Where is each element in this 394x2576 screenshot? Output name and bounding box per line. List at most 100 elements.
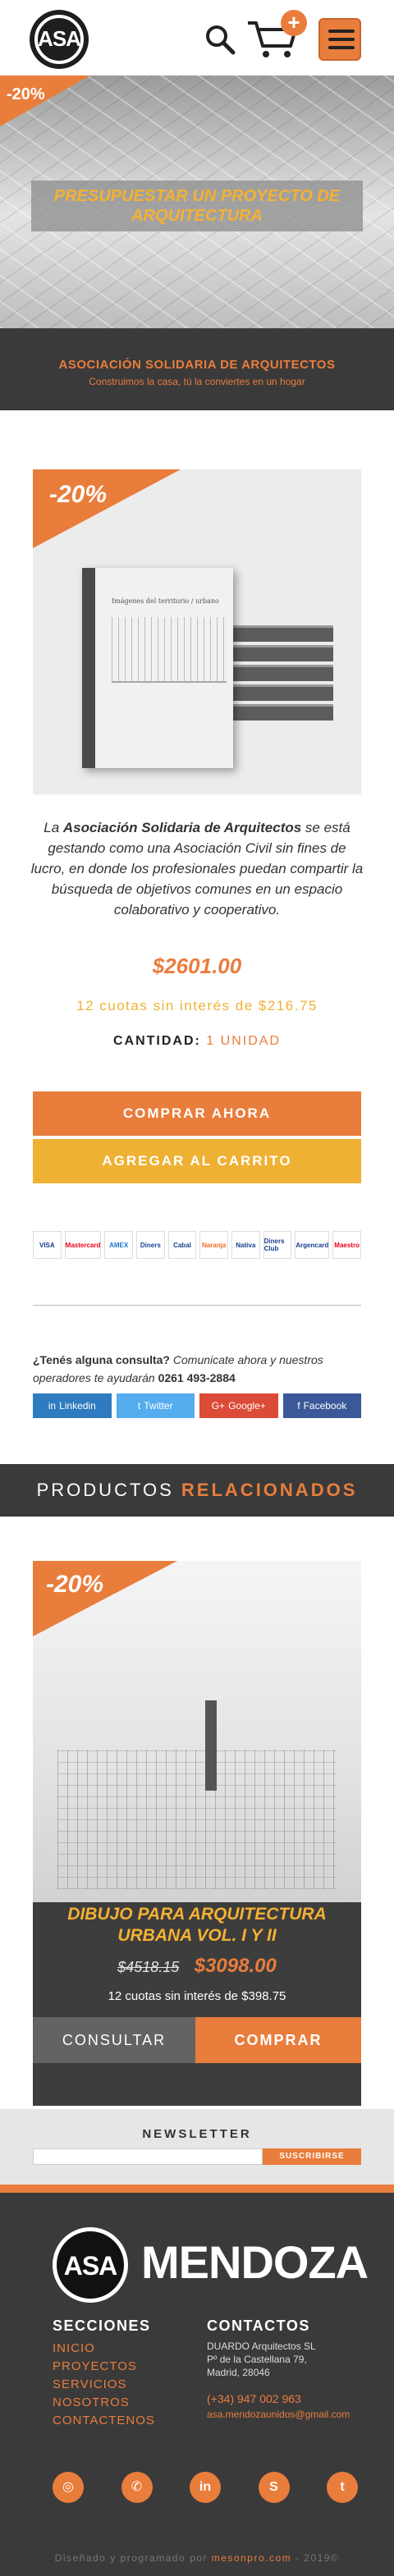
address-line: DUARDO Arquitectos SL	[207, 2340, 316, 2352]
hero-title-box: PRESUPUESTAR UN PROYECTO DE ARQUITECTURA	[31, 181, 363, 231]
footer-phone[interactable]: (+34) 947 002 963	[207, 2391, 371, 2407]
buy-button[interactable]: COMPRAR	[195, 2017, 361, 2063]
hero-discount: -20%	[7, 85, 45, 103]
credit-year: - 2019©	[291, 2552, 340, 2564]
association-name: ASOCIACIÓN SOLIDARIA DE ARQUITECTOS	[58, 358, 336, 372]
divider	[33, 1305, 361, 1306]
payment-logo: Diners	[136, 1231, 165, 1259]
payment-logo: AMEX	[104, 1231, 133, 1259]
payment-logo: Mastercard	[64, 1231, 102, 1259]
payment-methods: VISA Mastercard AMEX Diners Cabal Naranj…	[33, 1231, 361, 1259]
question-text: ¿Tenés alguna consulta?	[33, 1353, 170, 1366]
instagram-icon[interactable]: ◎	[53, 2472, 84, 2503]
related-discount: -20%	[46, 1571, 104, 1598]
newsletter-title: NEWSLETTER	[142, 2127, 252, 2141]
share-label: Google+	[228, 1400, 266, 1412]
sections-title: SECCIONES	[53, 2317, 151, 2334]
googleplus-icon: G+	[211, 1400, 226, 1412]
book-title: Imágenes del territorio / urbano	[112, 597, 219, 605]
related-product-card[interactable]: -20% DIBUJO PARA ARQUITECTURA URBANA VOL…	[33, 1561, 361, 2106]
payment-logo: Nativa	[231, 1231, 260, 1259]
product-installments: 12 cuotas sin interés de $216.75	[76, 998, 318, 1013]
footer-contacts: CONTACTOS DUARDO Arquitectos SL Pº de la…	[207, 2317, 371, 2422]
association-tagline: Construimos la casa, tú la conviertes en…	[89, 376, 305, 387]
product-price: $2601.00	[152, 954, 242, 978]
footer-link-proyectos[interactable]: PROYECTOS	[53, 2358, 155, 2376]
new-price: $3098.00	[194, 1955, 277, 1977]
book-cover: Imágenes del territorio / urbano	[82, 568, 233, 768]
hero-title: PRESUPUESTAR UN PROYECTO DE ARQUITECTURA	[53, 187, 341, 225]
related-title-a: PRODUCTOS	[36, 1480, 174, 1500]
cart-add-badge[interactable]: +	[281, 10, 307, 36]
linkedin-icon[interactable]: in	[190, 2472, 221, 2503]
address-line: Pº de la Castellana 79,	[207, 2354, 307, 2365]
site-footer: ASA MENDOZA SECCIONES INICIO PROYECTOS S…	[0, 2185, 394, 2549]
newsletter: NEWSLETTER SUSCRIBIRSE	[0, 2109, 394, 2185]
product-discount: -20%	[49, 481, 108, 508]
quantity: CANTIDAD: 1 UNIDAD	[0, 1034, 394, 1049]
share-label: Facebook	[303, 1400, 347, 1412]
consult-button[interactable]: CONSULTAR	[33, 2017, 195, 2063]
payment-logo: Diners Club	[263, 1231, 292, 1259]
related-prices: $4518.15 $3098.00	[33, 1955, 361, 1978]
linkedin-icon: in	[48, 1400, 57, 1412]
footer-socials: ◎ ✆ in S t	[53, 2472, 358, 2505]
tower-image	[205, 1700, 217, 1791]
twitter-icon[interactable]: t	[327, 2472, 358, 2503]
footer-link-inicio[interactable]: INICIO	[53, 2340, 155, 2358]
search-icon[interactable]	[204, 23, 236, 56]
payment-logo: VISA	[33, 1231, 62, 1259]
contacts-title: CONTACTOS	[207, 2317, 310, 2334]
share-linkedin-button[interactable]: in Linkedin	[33, 1393, 112, 1418]
footer-brand: MENDOZA	[141, 2236, 369, 2288]
contact-question: ¿Tenés alguna consulta? Comunicate ahora…	[33, 1351, 361, 1387]
related-installments: 12 cuotas sin interés de $398.75	[108, 1989, 286, 2003]
old-price: $4518.15	[117, 1959, 180, 1975]
share-twitter-button[interactable]: t Twitter	[116, 1393, 195, 1418]
association-band: ASOCIACIÓN SOLIDARIA DE ARQUITECTOS Cons…	[0, 328, 394, 410]
footer-link-nosotros[interactable]: NOSOTROS	[53, 2394, 155, 2412]
buy-now-button[interactable]: COMPRAR AHORA	[33, 1091, 361, 1136]
newsletter-email-input[interactable]	[33, 2148, 263, 2165]
payment-logo: Cabal	[167, 1231, 197, 1259]
book-sketch	[112, 617, 227, 683]
related-product-title[interactable]: DIBUJO PARA ARQUITECTURA URBANA VOL. I y…	[33, 1904, 361, 1947]
footer-credit: Diseñado y programado por mesonpro.com -…	[0, 2549, 394, 2576]
quantity-label: CANTIDAD:	[112, 1034, 201, 1048]
hero-banner[interactable]: -20% PRESUPUESTAR UN PROYECTO DE ARQUITE…	[0, 75, 394, 328]
menu-line	[328, 30, 355, 33]
quantity-selector[interactable]: 1 UNIDAD	[206, 1034, 281, 1048]
payment-logo: Argencard	[295, 1231, 330, 1259]
payment-logo: Maestro	[332, 1231, 361, 1259]
credit-link[interactable]: mesonpro.com	[212, 2552, 291, 2564]
payment-logo: Naranja	[199, 1231, 228, 1259]
menu-line	[328, 38, 355, 41]
related-heading: PRODUCTOS RELACIONADOS	[0, 1464, 394, 1517]
address-line: Madrid, 28046	[207, 2367, 270, 2378]
desc-bold: Asociación Solidaria de Arquitectos	[62, 820, 302, 835]
sketch-image	[57, 1750, 337, 1889]
footer-email[interactable]: asa.mendozaunidos@gmail.com	[207, 2407, 371, 2422]
share-googleplus-button[interactable]: G+ Google+	[199, 1393, 278, 1418]
credit-text: Diseñado y programado por	[54, 2552, 212, 2564]
footer-logo-text: ASA	[63, 2251, 118, 2281]
footer-link-servicios[interactable]: SERVICIOS	[53, 2376, 155, 2394]
related-title-b: RELACIONADOS	[181, 1480, 358, 1500]
asa-logo[interactable]: ASA	[30, 10, 89, 69]
share-buttons: in Linkedin t Twitter G+ Google+ f Facebook	[33, 1393, 361, 1418]
subscribe-button[interactable]: SUSCRIBIRSE	[263, 2148, 361, 2165]
facebook-icon: f	[297, 1400, 300, 1412]
logo-text: ASA	[38, 26, 81, 51]
footer-logo[interactable]: ASA	[53, 2227, 128, 2303]
contact-phone[interactable]: 0261 493-2884	[158, 1371, 236, 1384]
menu-line	[328, 46, 355, 49]
share-label: Twitter	[144, 1400, 173, 1412]
skype-icon[interactable]: S	[258, 2472, 290, 2503]
share-facebook-button[interactable]: f Facebook	[282, 1393, 361, 1418]
footer-link-contactenos[interactable]: CONTACTENOS	[53, 2412, 155, 2430]
hamburger-menu-button[interactable]	[318, 18, 361, 61]
add-to-cart-button[interactable]: AGREGAR AL CARRITO	[33, 1139, 361, 1183]
product-image[interactable]: Imágenes del territorio / urbano -20%	[33, 469, 361, 794]
whatsapp-icon[interactable]: ✆	[121, 2472, 153, 2503]
desc-intro: La	[44, 820, 63, 835]
